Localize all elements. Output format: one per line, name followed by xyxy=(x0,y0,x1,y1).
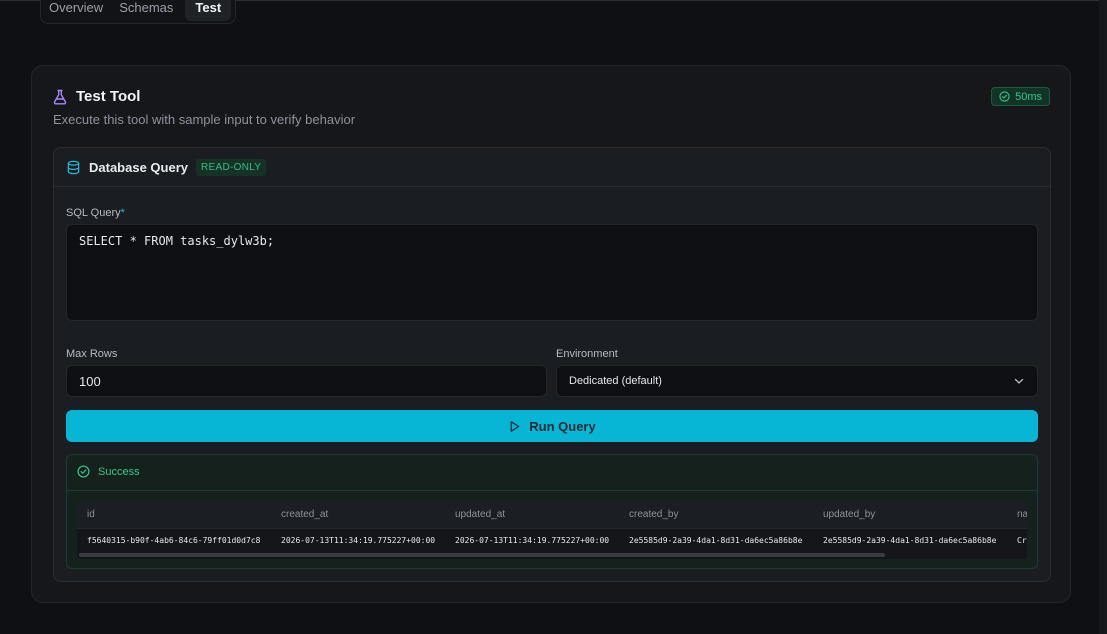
column-header-created-by: created_by xyxy=(629,509,679,520)
page-scrollbar[interactable] xyxy=(1099,0,1107,634)
check-circle-icon xyxy=(999,91,1010,102)
timing-value: 50ms xyxy=(1015,90,1042,103)
timing-badge: 50ms xyxy=(991,87,1050,106)
card-subtitle: Execute this tool with sample input to v… xyxy=(53,112,356,127)
result-divider xyxy=(67,490,1037,491)
column-header-name: na xyxy=(1017,509,1027,520)
table-horizontal-scrollbar[interactable] xyxy=(79,553,885,557)
panel-header: Database Query READ-ONLY xyxy=(54,148,1050,187)
max-rows-input[interactable]: 100 xyxy=(66,365,547,397)
database-query-panel: Database Query READ-ONLY SQL Query* SELE… xyxy=(53,147,1051,582)
cell-id: f5640315-b90f-4ab6-84c6-79ff01d0d7c8 xyxy=(87,536,261,545)
column-header-created-at: created_at xyxy=(281,509,329,520)
database-icon xyxy=(67,160,80,174)
test-tool-card: Test Tool Execute this tool with sample … xyxy=(31,65,1071,603)
card-header: Test Tool xyxy=(52,88,140,105)
result-header: Success xyxy=(77,465,140,478)
column-header-updated-at: updated_at xyxy=(455,509,506,520)
sql-query-label-text: SQL Query xyxy=(66,207,121,219)
read-only-badge: READ-ONLY xyxy=(196,158,267,176)
column-header-updated-by: updated_by xyxy=(823,509,876,520)
max-rows-label: Max Rows xyxy=(66,348,118,360)
sql-query-input[interactable]: SELECT * FROM tasks_dylw3b; xyxy=(66,224,1038,321)
column-header-id: id xyxy=(87,509,95,520)
cell-created-at: 2026-07-13T11:34:19.775227+00:00 xyxy=(281,536,436,545)
result-panel: Success id created_at updated_at created… xyxy=(66,454,1038,569)
result-status: Success xyxy=(98,465,140,478)
sql-query-label: SQL Query* xyxy=(66,207,125,219)
run-query-label: Run Query xyxy=(529,418,596,434)
run-query-button[interactable]: Run Query xyxy=(66,410,1038,442)
environment-label: Environment xyxy=(556,348,618,360)
panel-title: Database Query xyxy=(89,159,188,175)
play-icon xyxy=(510,420,520,432)
table-header: id created_at updated_at created_by upda… xyxy=(77,501,1027,529)
flask-icon xyxy=(53,89,67,104)
cell-name: Cr xyxy=(1017,536,1027,545)
tab-schemas[interactable]: Schemas xyxy=(115,0,181,21)
tab-test[interactable]: Test xyxy=(185,0,232,21)
cell-created-by: 2e5585d9-2a39-4da1-8d31-da6ec5a86b8e xyxy=(629,536,803,545)
check-circle-icon xyxy=(77,465,90,478)
cell-updated-at: 2026-07-13T11:34:19.775227+00:00 xyxy=(455,536,610,545)
cell-updated-by: 2e5585d9-2a39-4da1-8d31-da6ec5a86b8e xyxy=(823,536,997,545)
tab-bar: Overview Schemas Test xyxy=(40,0,237,24)
required-mark: * xyxy=(120,207,125,219)
tab-overview[interactable]: Overview xyxy=(45,0,111,21)
environment-select[interactable]: Dedicated (default) xyxy=(556,365,1038,397)
result-table[interactable]: id created_at updated_at created_by upda… xyxy=(77,501,1027,559)
card-title: Test Tool xyxy=(76,88,141,105)
environment-value: Dedicated (default) xyxy=(569,375,662,387)
chevron-down-icon xyxy=(1014,378,1024,384)
